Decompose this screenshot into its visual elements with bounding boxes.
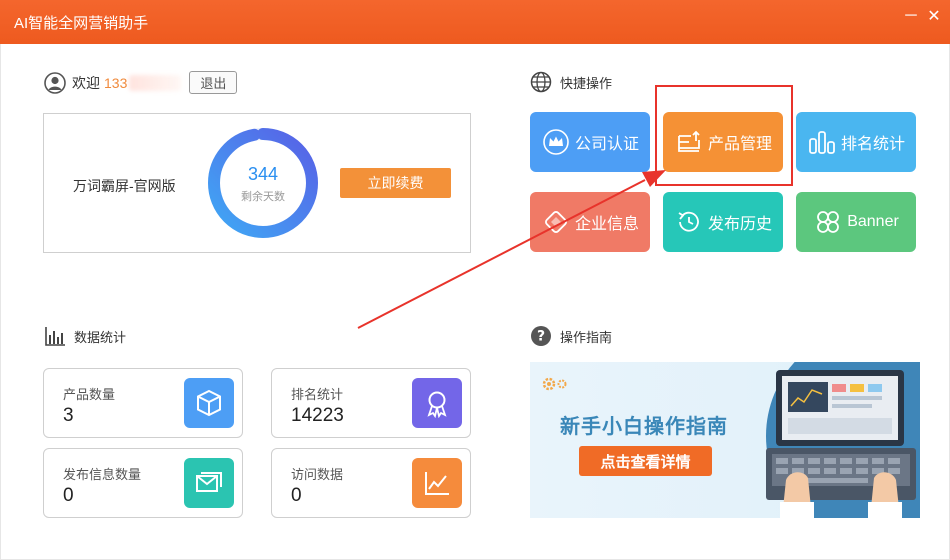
title-bar: AI智能全网营销助手 － ✕ <box>0 0 950 44</box>
gear-icon <box>542 377 567 391</box>
stats-header: 数据统计 <box>44 325 126 347</box>
redacted-phone <box>129 74 182 91</box>
guide-details-button[interactable]: 点击查看详情 <box>579 446 712 476</box>
days-remaining-label: 剩余天数 <box>241 191 285 203</box>
stat-label: 访问数据 <box>291 467 344 482</box>
bar-chart-icon <box>44 325 66 347</box>
edition-name: 万词霸屏-官网版 <box>73 178 176 194</box>
globe-icon <box>530 71 552 93</box>
guide-header: ? 操作指南 <box>530 325 612 347</box>
stat-label: 发布信息数量 <box>63 467 142 482</box>
annotation-highlight-box <box>655 85 793 186</box>
quick-ops-header-label: 快捷操作 <box>560 75 613 91</box>
logout-button[interactable]: 退出 <box>189 71 238 94</box>
welcome-row: 欢迎 133 退出 <box>44 71 238 94</box>
close-button[interactable]: ✕ <box>923 6 945 28</box>
tile-banner[interactable]: Banner <box>796 192 916 252</box>
stat-value: 14223 <box>291 405 344 426</box>
award-icon <box>412 378 462 428</box>
tile-label: 排名统计 <box>840 136 905 153</box>
guide-banner-title: 新手小白操作指南 <box>560 416 728 438</box>
tile-ranking-stats[interactable]: 排名统计 <box>796 112 916 172</box>
enterprise-icon <box>541 207 571 237</box>
history-icon <box>674 207 704 237</box>
stat-value: 0 <box>63 485 74 506</box>
tile-enterprise-info[interactable]: 企业信息 <box>530 192 650 252</box>
stat-card-products[interactable]: 产品数量 3 <box>43 368 243 438</box>
window-title: AI智能全网营销助手 <box>14 15 149 32</box>
avatar-icon <box>44 71 66 94</box>
tile-label: 发布历史 <box>707 216 772 233</box>
renew-button[interactable]: 立即续费 <box>340 168 451 198</box>
help-icon: ? <box>530 325 552 347</box>
user-phone: 133 <box>104 74 128 91</box>
days-remaining: 344 <box>247 164 279 184</box>
banner-icon <box>813 207 843 237</box>
svg-text:?: ? <box>537 329 545 345</box>
stat-card-visits[interactable]: 访问数据 0 <box>271 448 471 518</box>
tile-label: Banner <box>847 213 899 230</box>
stat-card-ranking[interactable]: 排名统计 14223 <box>271 368 471 438</box>
stats-header-label: 数据统计 <box>74 329 127 345</box>
guide-header-label: 操作指南 <box>560 329 613 345</box>
stat-label: 产品数量 <box>63 387 116 402</box>
quick-ops-header: 快捷操作 <box>530 71 612 93</box>
stat-value: 0 <box>291 485 302 506</box>
stat-card-published[interactable]: 发布信息数量 0 <box>43 448 243 518</box>
tile-label: 公司认证 <box>574 136 639 153</box>
message-icon <box>184 458 234 508</box>
crown-icon <box>541 127 571 157</box>
tile-label: 企业信息 <box>574 216 639 233</box>
welcome-label: 欢迎 <box>72 74 100 91</box>
account-panel: 万词霸屏-官网版 344 剩余天数 立即续费 <box>43 113 471 253</box>
cube-icon <box>184 378 234 428</box>
trend-chart-icon <box>412 458 462 508</box>
minimize-button[interactable]: － <box>900 6 922 28</box>
tile-publish-history[interactable]: 发布历史 <box>663 192 783 252</box>
tile-company-verify[interactable]: 公司认证 <box>530 112 650 172</box>
laptop-illustration <box>766 362 920 518</box>
stat-label: 排名统计 <box>291 387 344 402</box>
bar-stats-icon <box>807 127 837 157</box>
stat-value: 3 <box>63 405 74 426</box>
guide-banner[interactable]: 新手小白操作指南 点击查看详情 <box>530 362 920 518</box>
